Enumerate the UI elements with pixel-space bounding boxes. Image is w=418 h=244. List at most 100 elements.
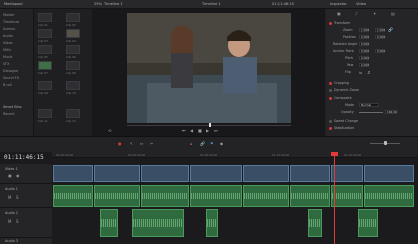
- timeline-ruler[interactable]: 01:00:00:00 01:04:00:00 01:08:00:00 01:1…: [52, 152, 418, 158]
- speed-section[interactable]: Speed Change: [329, 119, 417, 125]
- audio-clip[interactable]: [206, 209, 218, 237]
- play-icon[interactable]: ▶: [206, 129, 209, 133]
- bin-item[interactable]: Music: [3, 55, 33, 59]
- skip-back-icon[interactable]: ⏮: [182, 129, 186, 133]
- inspector-tab-video[interactable]: Video: [356, 2, 366, 6]
- composite-section[interactable]: Composite: [329, 96, 417, 102]
- audio-clip[interactable]: [243, 185, 289, 207]
- rotation-field[interactable]: 0.000: [359, 42, 369, 46]
- bin-item[interactable]: Stills: [3, 48, 33, 52]
- video-clip[interactable]: [53, 165, 93, 182]
- rewind-icon[interactable]: ◀: [190, 129, 193, 133]
- section-disabled-dot[interactable]: [329, 88, 332, 92]
- media-thumbnail[interactable]: [66, 45, 80, 54]
- cropping-section[interactable]: Cropping: [329, 81, 417, 87]
- select-tool-icon[interactable]: ↖: [130, 142, 133, 146]
- audio-clip[interactable]: [53, 185, 93, 207]
- bin-item[interactable]: Sound FX: [3, 76, 33, 80]
- bin-item[interactable]: Master: [3, 13, 33, 17]
- section-enabled-dot[interactable]: [329, 126, 332, 130]
- media-thumbnail[interactable]: [38, 29, 52, 38]
- media-thumbnail[interactable]: [38, 45, 52, 54]
- media-thumbnail[interactable]: [66, 29, 80, 38]
- media-thumbnail[interactable]: [66, 109, 80, 118]
- media-thumbnail[interactable]: [38, 109, 52, 118]
- section-disabled-dot[interactable]: [329, 119, 332, 123]
- effects-tab-icon[interactable]: ✦: [373, 12, 376, 16]
- video-tab-icon[interactable]: ▣: [337, 12, 341, 16]
- stop-icon[interactable]: ■: [198, 129, 202, 133]
- zoom-level[interactable]: 29%: [94, 2, 102, 6]
- solo-icon[interactable]: S: [16, 196, 19, 200]
- inspector-title[interactable]: Inspector: [330, 2, 347, 6]
- flip-vertical-icon[interactable]: ⇵: [367, 71, 370, 75]
- video-clip[interactable]: [364, 165, 414, 182]
- zoom-slider-handle[interactable]: [384, 141, 387, 145]
- mute-icon[interactable]: M: [8, 220, 11, 224]
- scrubber-playhead[interactable]: [209, 123, 211, 127]
- flip-horizontal-icon[interactable]: ⇋: [359, 71, 362, 75]
- media-thumbnail[interactable]: [38, 81, 52, 90]
- audio-clip[interactable]: [308, 209, 322, 237]
- loop-icon[interactable]: ⟲: [108, 129, 111, 133]
- media-thumbnail[interactable]: [38, 13, 52, 22]
- bin-item[interactable]: SFX: [3, 62, 33, 66]
- playhead-handle[interactable]: [331, 152, 338, 156]
- audio-clip[interactable]: [141, 185, 189, 207]
- audio-clip[interactable]: [94, 185, 140, 207]
- video-clip[interactable]: [331, 165, 363, 182]
- bin-item[interactable]: B-roll: [3, 83, 33, 87]
- media-thumbnail[interactable]: [66, 61, 80, 70]
- section-enabled-dot[interactable]: [329, 81, 332, 85]
- smart-bins-header[interactable]: Smart Bins: [3, 105, 33, 109]
- anchor-x-field[interactable]: 0.000: [359, 49, 369, 53]
- audio-clip[interactable]: [364, 185, 414, 207]
- zoom-y-field[interactable]: 1.000: [375, 28, 385, 32]
- timeline-timecode[interactable]: 01:11:46:15: [4, 154, 44, 161]
- zoom-x-field[interactable]: 1.000: [359, 28, 369, 32]
- file-tab-icon[interactable]: ▤: [391, 12, 395, 16]
- audio-clip[interactable]: [100, 209, 118, 237]
- video-clip[interactable]: [190, 165, 242, 182]
- record-icon[interactable]: ●: [118, 142, 122, 146]
- snap-icon[interactable]: ⌂: [190, 142, 193, 146]
- transform-section[interactable]: Transform: [329, 21, 417, 27]
- trim-tool-icon[interactable]: ⇔: [140, 142, 143, 146]
- pitch-field[interactable]: 0.000: [359, 56, 369, 60]
- flag-icon[interactable]: ⚑: [210, 142, 214, 146]
- composite-mode-select[interactable]: Normal: [359, 103, 379, 107]
- video-clip[interactable]: [243, 165, 289, 182]
- stabilization-section[interactable]: Stabilization: [329, 126, 417, 132]
- audio-clip[interactable]: [290, 185, 330, 207]
- bin-item[interactable]: Video: [3, 41, 33, 45]
- mute-icon[interactable]: M: [8, 196, 11, 200]
- timeline-playhead[interactable]: [334, 152, 335, 244]
- bin-item[interactable]: Audio: [3, 34, 33, 38]
- video-clip[interactable]: [94, 165, 140, 182]
- anchor-y-field[interactable]: 0.000: [375, 49, 385, 53]
- link-icon[interactable]: 🔗: [388, 28, 393, 32]
- section-enabled-dot[interactable]: [329, 21, 332, 25]
- media-thumbnail[interactable]: [66, 81, 80, 90]
- media-thumbnail[interactable]: [38, 61, 52, 70]
- track-header-video-1[interactable]: Video 1 ▣ ◉: [0, 164, 52, 184]
- media-pool-title[interactable]: Mediapool: [4, 2, 22, 6]
- section-enabled-dot[interactable]: [329, 96, 332, 100]
- position-x-field[interactable]: 0.000: [359, 35, 369, 39]
- lock-icon[interactable]: ▣: [8, 174, 12, 178]
- media-thumbnail[interactable]: [66, 13, 80, 22]
- skip-forward-icon[interactable]: ⏭: [214, 129, 218, 133]
- opacity-field[interactable]: 100.00: [385, 110, 397, 114]
- track-header-audio-1[interactable]: Audio 1 M S: [0, 184, 52, 208]
- video-frame[interactable]: [127, 13, 291, 123]
- audio-clip[interactable]: [331, 185, 363, 207]
- blade-tool-icon[interactable]: ✂: [150, 142, 153, 146]
- track-header-audio-3[interactable]: Audio 3: [0, 238, 52, 244]
- dynamic-zoom-section[interactable]: Dynamic Zoom: [329, 88, 417, 94]
- audio-clip[interactable]: [132, 209, 184, 237]
- audio-tab-icon[interactable]: ♪: [355, 12, 358, 16]
- link-clips-icon[interactable]: 🔗: [200, 142, 205, 146]
- yaw-field[interactable]: 0.000: [359, 63, 369, 67]
- bin-item[interactable]: Timelines: [3, 20, 33, 24]
- bin-item[interactable]: Dialogue: [3, 69, 33, 73]
